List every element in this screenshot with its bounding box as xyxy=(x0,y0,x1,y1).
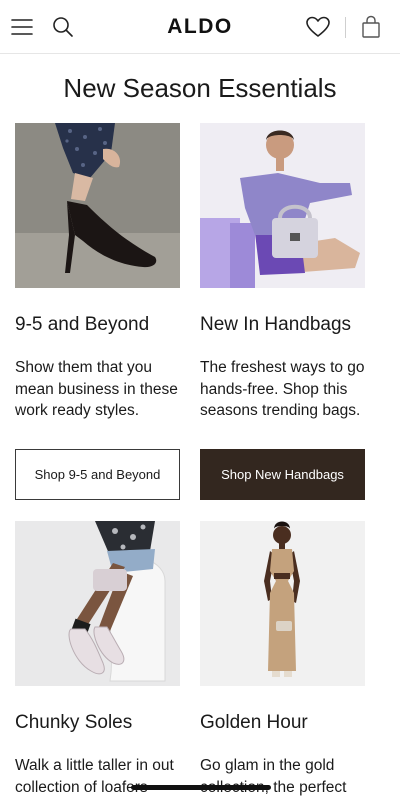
home-indicator[interactable] xyxy=(131,785,271,790)
card-title: Chunky Soles xyxy=(15,712,133,733)
brand-logo[interactable]: ALDO xyxy=(150,14,250,40)
menu-icon[interactable] xyxy=(8,13,36,41)
shop-9-5-button[interactable]: Shop 9-5 and Beyond xyxy=(15,449,180,500)
shop-new-handbags-button[interactable]: Shop New Handbags xyxy=(200,449,365,500)
card-image-loafers[interactable] xyxy=(15,521,180,686)
card-image-heel[interactable] xyxy=(15,123,180,288)
section-title: New Season Essentials xyxy=(63,73,337,103)
card-title: Golden Hour xyxy=(200,712,308,733)
page: ALDO New Season Essentials 9-5 and Beyon… xyxy=(0,0,400,800)
card-title: 9-5 and Beyond xyxy=(15,314,150,335)
header-divider xyxy=(345,17,346,38)
card-description: Walk a little taller in out collection o… xyxy=(15,757,174,796)
card-description: The freshest ways to go hands-free. Shop… xyxy=(200,359,365,419)
card-title: New In Handbags xyxy=(200,314,352,335)
card-image-golden-outfit[interactable] xyxy=(200,521,365,686)
top-header: ALDO xyxy=(0,0,400,54)
card-image-handbag[interactable] xyxy=(200,123,365,288)
shopping-bag-icon[interactable] xyxy=(357,13,385,41)
card-description: Show them that you mean business in thes… xyxy=(15,359,178,419)
search-icon[interactable] xyxy=(49,13,77,41)
card-description: Go glam in the gold collection, the perf… xyxy=(200,757,347,796)
heart-icon[interactable] xyxy=(304,13,332,41)
